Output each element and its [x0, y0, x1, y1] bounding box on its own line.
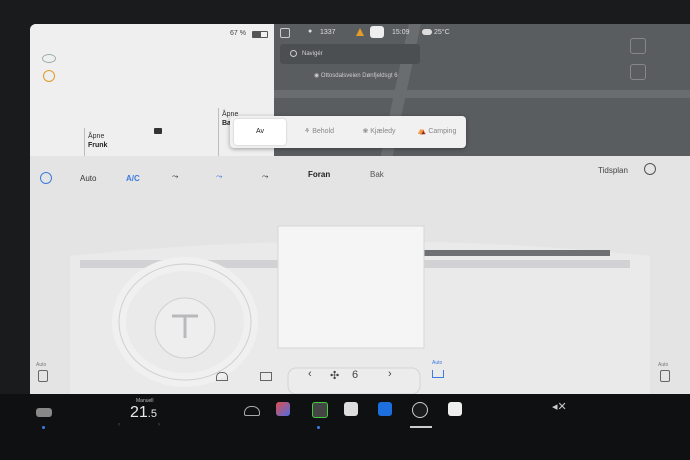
lock-icon[interactable] — [154, 128, 162, 134]
mode-camp-label: Camping — [428, 128, 457, 135]
defrost-rear-icon[interactable] — [260, 372, 272, 381]
warning-icon — [43, 70, 55, 82]
search-icon — [290, 50, 297, 57]
connection-badge — [370, 26, 384, 38]
battery-percent: 67 % — [230, 30, 246, 37]
fan-power-icon[interactable] — [40, 172, 52, 184]
seat-heat-left-icon[interactable] — [38, 370, 48, 382]
place-label[interactable]: ◉ Ottosdalsveien Dønfjeldsgt 6 — [314, 72, 398, 79]
mode-dog[interactable]: ❀ Kjæledy — [350, 116, 408, 148]
weather-temp: 25°C — [434, 29, 450, 36]
battery-icon — [252, 31, 268, 38]
volume-mute-icon[interactable]: ◂✕ — [552, 400, 567, 413]
toybox-icon[interactable] — [276, 402, 290, 416]
tab-front[interactable]: Foran — [308, 170, 330, 179]
fan-down-button[interactable]: ‹ — [308, 368, 312, 380]
temp-left-arrow[interactable]: ‹ — [118, 422, 120, 428]
cloud-icon — [422, 29, 432, 35]
dashboard-illustration — [30, 156, 690, 394]
mode-keep[interactable]: ⚘ Behold — [292, 116, 346, 148]
frunk-line1: Åpne — [88, 133, 105, 140]
fan-icon: ✣ — [330, 370, 340, 382]
search-placeholder: Navigér — [302, 51, 323, 57]
mode-dog-label: Kjæledy — [370, 128, 396, 135]
clock: 15:09 — [392, 29, 410, 36]
ac-button[interactable]: A/C — [126, 174, 140, 183]
user-icon: ● — [308, 28, 313, 35]
wiper-icon[interactable] — [244, 406, 260, 416]
keep-icon: ⚘ — [303, 128, 313, 135]
seat-heat-left-label: Auto — [36, 362, 47, 368]
car-indicator — [42, 426, 45, 429]
temp-right-arrow[interactable]: › — [158, 422, 160, 428]
frunk-label[interactable]: Åpne Frunk — [88, 132, 107, 150]
seat-heat-right-label: Auto — [658, 362, 669, 368]
temp-integer: 21 — [130, 404, 148, 421]
schedule-button[interactable]: Tidsplan — [598, 166, 628, 175]
bluetooth-icon[interactable] — [378, 402, 392, 416]
eye-icon[interactable] — [42, 54, 56, 63]
fan-active-bar — [410, 426, 432, 428]
cabin-temperature[interactable]: 21.5 — [130, 404, 157, 422]
seat-heat-right-icon[interactable] — [660, 370, 670, 382]
fan-icon[interactable] — [412, 402, 428, 418]
airflow-feet-icon[interactable]: ⤳ — [216, 172, 222, 182]
temp-decimal: .5 — [147, 408, 157, 420]
tent-icon: ⛺ — [417, 128, 429, 135]
frunk-line2: Frunk — [88, 142, 108, 149]
calendar-icon[interactable] — [448, 402, 462, 416]
place-text: Ottosdalsveien Dønfjeldsgt 6 — [320, 73, 398, 79]
settings-button[interactable] — [630, 64, 646, 80]
auto-button[interactable]: Auto — [80, 174, 96, 183]
mode-keep-label: Behold — [312, 128, 335, 135]
defrost-front-icon[interactable] — [216, 372, 228, 381]
recirculate-icon[interactable] — [432, 370, 444, 378]
fan-speed: 6 — [352, 369, 359, 381]
car-icon[interactable] — [36, 408, 52, 417]
touchscreen: 67 % Åpne Frunk Åpne Ba ● 1337 15:09 25°… — [30, 24, 690, 394]
climate-panel: Auto A/C ⤳ ⤳ ⤳ Foran Bak Tidsplan Auto ‹… — [30, 156, 690, 394]
info-icon[interactable] — [344, 402, 358, 416]
fan-up-button[interactable]: › — [388, 368, 392, 380]
apps-indicator — [317, 426, 320, 429]
map-road — [274, 90, 690, 98]
mode-off[interactable]: Av — [234, 119, 286, 145]
lock-icon — [280, 28, 290, 38]
mode-camp[interactable]: ⛺ Camping — [410, 116, 464, 148]
recirc-auto-label: Auto — [432, 360, 443, 366]
airflow-face-icon[interactable]: ⤳ — [172, 172, 178, 182]
clock-icon[interactable] — [644, 163, 656, 175]
apps-icon[interactable] — [312, 402, 328, 418]
pin-icon: ◉ — [314, 73, 321, 79]
map-layers-button[interactable] — [630, 38, 646, 54]
navigate-search[interactable]: Navigér — [280, 44, 420, 64]
odometer: 1337 — [320, 29, 336, 36]
airflow-defrost-icon[interactable]: ⤳ — [262, 172, 268, 182]
climate-keep-modes: Av ⚘ Behold ❀ Kjæledy ⛺ Camping — [230, 116, 466, 148]
mode-off-label: Av — [255, 128, 265, 135]
tab-rear[interactable]: Bak — [370, 170, 384, 179]
alert-icon — [356, 28, 364, 36]
